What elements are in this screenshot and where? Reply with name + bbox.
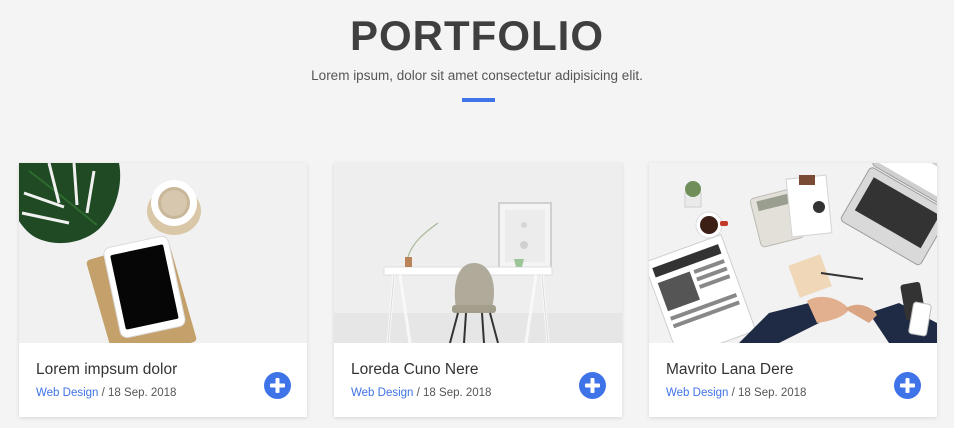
card-title[interactable]: Mavrito Lana Dere bbox=[666, 360, 794, 380]
wall-frame-image bbox=[498, 202, 552, 270]
card-meta: Web Design / 18 Sep. 2018 bbox=[666, 385, 806, 401]
card-image-desk-tablet[interactable] bbox=[19, 163, 307, 343]
card-date: 18 Sep. 2018 bbox=[738, 387, 807, 399]
portfolio-card[interactable]: Lorem impsum dolor Web Design / 18 Sep. … bbox=[19, 163, 307, 417]
page-subtitle: Lorem ipsum, dolor sit amet consectetur … bbox=[311, 68, 643, 83]
card-category-link[interactable]: Web Design bbox=[666, 387, 728, 399]
meta-separator: / bbox=[413, 387, 424, 399]
card-meta: Web Design / 18 Sep. 2018 bbox=[36, 385, 176, 401]
card-image-office-desk[interactable] bbox=[649, 163, 937, 343]
portfolio-card[interactable]: Loreda Cuno Nere Web Design / 18 Sep. 20… bbox=[334, 163, 622, 417]
card-title[interactable]: Loreda Cuno Nere bbox=[351, 360, 479, 380]
card-category-link[interactable]: Web Design bbox=[36, 387, 98, 399]
portfolio-card[interactable]: Mavrito Lana Dere Web Design / 18 Sep. 2… bbox=[649, 163, 937, 417]
plus-circle-icon[interactable] bbox=[579, 372, 606, 399]
documents-image bbox=[785, 174, 833, 238]
card-date: 18 Sep. 2018 bbox=[108, 387, 177, 399]
title-underline bbox=[462, 98, 495, 102]
page-title: PORTFOLIO bbox=[350, 12, 604, 59]
card-meta: Web Design / 18 Sep. 2018 bbox=[351, 385, 491, 401]
meta-separator: / bbox=[728, 387, 739, 399]
plus-circle-icon[interactable] bbox=[894, 372, 921, 399]
plus-circle-icon[interactable] bbox=[264, 372, 291, 399]
card-image-white-desk[interactable] bbox=[334, 163, 622, 343]
plant-pot-image bbox=[684, 181, 702, 208]
meta-separator: / bbox=[98, 387, 109, 399]
card-date: 18 Sep. 2018 bbox=[423, 387, 492, 399]
card-title[interactable]: Lorem impsum dolor bbox=[36, 360, 177, 380]
card-category-link[interactable]: Web Design bbox=[351, 387, 413, 399]
